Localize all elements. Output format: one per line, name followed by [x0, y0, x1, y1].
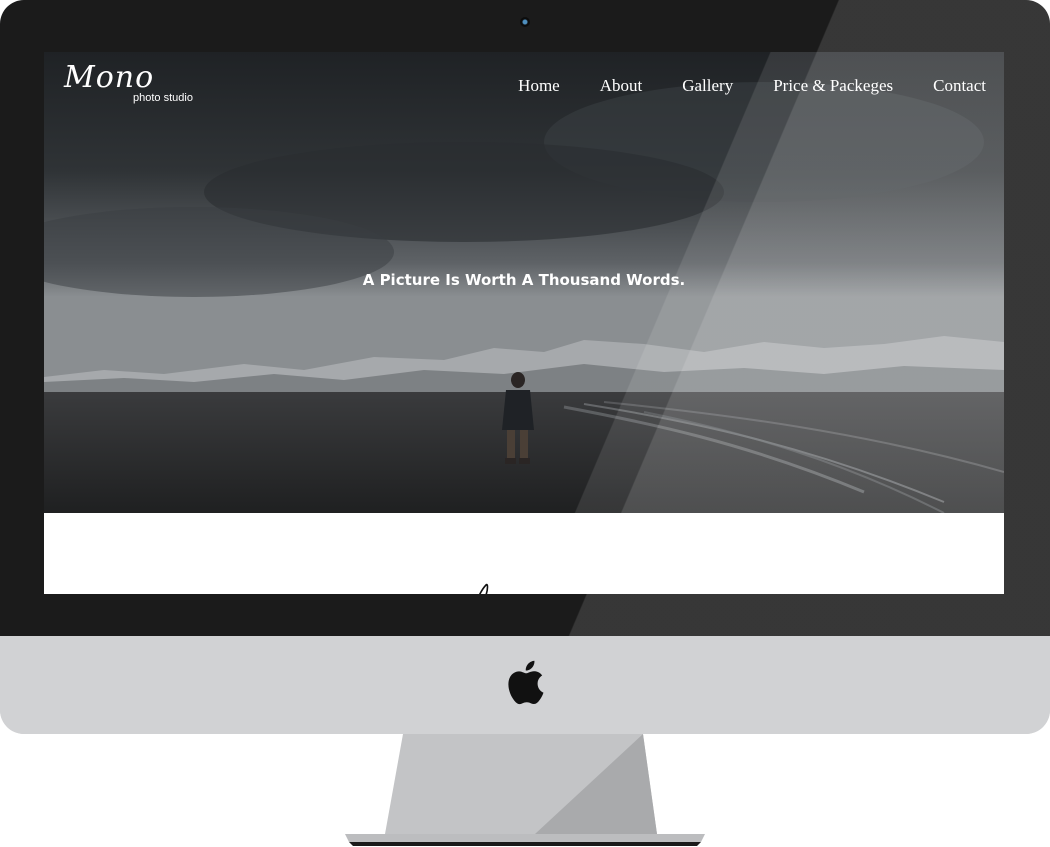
logo-signature-partial: [478, 583, 489, 594]
nav-price-packages[interactable]: Price & Packeges: [773, 76, 893, 96]
nav-about[interactable]: About: [600, 76, 643, 96]
nav-contact[interactable]: Contact: [933, 76, 986, 96]
logo-subtitle: photo studio: [133, 92, 193, 104]
hero-section: Mono photo studio Home About Gallery Pri…: [44, 52, 1004, 513]
imac-monitor: Mono photo studio Home About Gallery Pri…: [0, 0, 1050, 734]
imac-stand: [345, 734, 705, 846]
website-screen: Mono photo studio Home About Gallery Pri…: [44, 52, 1004, 594]
nav-gallery[interactable]: Gallery: [682, 76, 733, 96]
logo-script-text: Mono: [64, 60, 155, 95]
site-logo[interactable]: Mono photo studio: [64, 60, 204, 108]
webcam-icon: [520, 17, 530, 27]
hero-tagline: A Picture Is Worth A Thousand Words.: [362, 271, 686, 289]
main-nav: Home About Gallery Price & Packeges Cont…: [478, 76, 986, 96]
nav-home[interactable]: Home: [518, 76, 560, 96]
content-section: [44, 513, 1004, 594]
apple-logo-icon: [508, 660, 544, 705]
